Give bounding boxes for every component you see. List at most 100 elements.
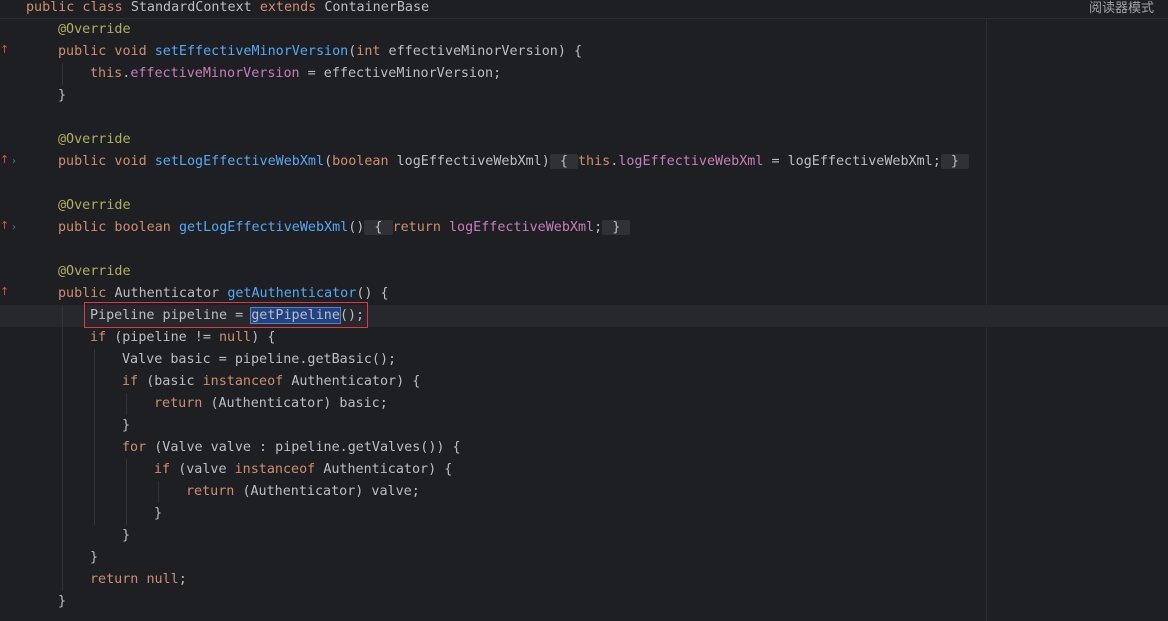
code-token: instanceof	[234, 462, 324, 477]
code-token: public	[58, 286, 115, 301]
code-text: if (pipeline != null) {	[90, 327, 275, 349]
code-text: @Override	[58, 129, 131, 151]
code-token: public void	[58, 154, 155, 169]
code-text: }	[90, 547, 98, 569]
code-line[interactable]: ↑ › public boolean getLogEffectiveWebXml()…	[0, 217, 1168, 239]
code-line[interactable]	[0, 107, 1168, 129]
code-token: null	[219, 330, 252, 345]
code-token: }	[122, 528, 131, 543]
code-text: return null;	[90, 569, 187, 591]
chevron-right-icon[interactable]: ›	[12, 155, 20, 169]
chevron-right-icon[interactable]: ›	[12, 221, 20, 235]
override-arrow-icon[interactable]: ↑	[0, 43, 10, 57]
code-token: getAuthenticator	[227, 286, 357, 301]
code-token: ;	[594, 220, 603, 235]
code-text: public void setLogEffectiveWebXml(boolea…	[58, 151, 969, 173]
code-line[interactable]: @Override	[0, 195, 1168, 217]
code-text: }	[58, 591, 66, 613]
override-arrow-icon[interactable]: ↑	[0, 153, 10, 167]
code-token: boolean	[332, 154, 397, 169]
code-token: Authenticator) {	[323, 462, 453, 477]
sticky-class-header[interactable]: public class StandardContext extends Con…	[0, 0, 1168, 19]
code-line[interactable]: if (basic instanceof Authenticator) {	[0, 371, 1168, 393]
code-line[interactable]: ↑ public void setEffectiveMinorVersion(in…	[0, 41, 1168, 63]
code-text: @Override	[58, 195, 131, 217]
code-token: (valve	[178, 462, 235, 477]
code-token: logEffectiveWebXml)	[396, 154, 550, 169]
code-line[interactable]: ↑ › public void setLogEffectiveWebXml(bool…	[0, 151, 1168, 173]
code-token: = logEffectiveWebXml;	[763, 154, 941, 169]
code-line[interactable]: }	[0, 547, 1168, 569]
code-token: if	[154, 462, 179, 477]
highlight-annotation-box	[84, 302, 368, 328]
code-text: for (Valve valve : pipeline.getValves())…	[122, 437, 461, 459]
code-line[interactable]: @Override	[0, 129, 1168, 151]
code-line[interactable]: return (Authenticator) valve;	[0, 481, 1168, 503]
code-line[interactable]: if (pipeline != null) {	[0, 327, 1168, 349]
code-text: if (basic instanceof Authenticator) {	[122, 371, 420, 393]
folded-region-brace[interactable]: {	[364, 220, 393, 235]
code-token: extends	[259, 0, 325, 15]
code-token: (	[324, 154, 333, 169]
code-token: getLogEffectiveWebXml	[178, 220, 349, 235]
code-line[interactable]: }	[0, 415, 1168, 437]
code-line[interactable]: Valve basic = pipeline.getBasic();	[0, 349, 1168, 371]
code-line[interactable]	[0, 239, 1168, 261]
indent-guide	[94, 349, 95, 525]
code-line[interactable]: return null;	[0, 569, 1168, 591]
code-token: logEffectiveWebXml	[618, 154, 764, 169]
folded-region-brace[interactable]: }	[940, 154, 969, 169]
code-line[interactable]: for (Valve valve : pipeline.getValves())…	[0, 437, 1168, 459]
code-token: }	[90, 550, 99, 565]
code-line[interactable]: }	[0, 591, 1168, 613]
code-token: this	[90, 66, 123, 81]
code-text: if (valve instanceof Authenticator) {	[154, 459, 452, 481]
code-token: ;	[178, 572, 187, 587]
folded-region-brace[interactable]: {	[549, 154, 578, 169]
code-token: public void	[58, 44, 155, 59]
code-token: setEffectiveMinorVersion	[154, 44, 349, 59]
override-arrow-icon[interactable]: ↑	[0, 285, 10, 299]
code-text: }	[58, 85, 66, 107]
code-token: ()	[348, 220, 365, 235]
code-editor[interactable]: public class StandardContext extends Con…	[0, 0, 1168, 621]
code-line[interactable]: @Override	[0, 19, 1168, 41]
code-token: logEffectiveWebXml	[449, 220, 595, 235]
code-line[interactable]: this.effectiveMinorVersion = effectiveMi…	[0, 63, 1168, 85]
code-token: instanceof	[202, 374, 292, 389]
code-token: }	[122, 418, 131, 433]
code-token: setLogEffectiveWebXml	[154, 154, 325, 169]
code-line[interactable]: return (Authenticator) basic;	[0, 393, 1168, 415]
reader-mode-button[interactable]: 阅读器模式	[1089, 0, 1154, 18]
code-token: ) {	[251, 330, 276, 345]
code-token: int	[356, 44, 389, 59]
code-line[interactable]: }	[0, 503, 1168, 525]
code-text: return (Authenticator) valve;	[186, 481, 420, 503]
code-token: Authenticator) {	[291, 374, 421, 389]
code-line[interactable]: }	[0, 85, 1168, 107]
code-line[interactable]: }	[0, 525, 1168, 547]
code-text: @Override	[58, 261, 131, 283]
code-token: Valve basic = pipeline.getBasic();	[122, 352, 397, 367]
folded-region-brace[interactable]: }	[602, 220, 631, 235]
code-token: }	[58, 594, 67, 609]
code-text: @Override	[58, 19, 131, 41]
code-token: @Override	[58, 198, 131, 213]
code-line[interactable]: if (valve instanceof Authenticator) {	[0, 459, 1168, 481]
code-line[interactable]: @Override	[0, 261, 1168, 283]
code-token: ContainerBase	[324, 0, 430, 15]
override-arrow-icon[interactable]: ↑	[0, 219, 10, 233]
code-token: if	[122, 374, 147, 389]
code-token: effectiveMinorVersion	[130, 66, 300, 81]
code-token: Authenticator	[114, 286, 228, 301]
code-token: public boolean	[58, 220, 179, 235]
code-text: public void setEffectiveMinorVersion(int…	[58, 41, 582, 63]
code-token: (Valve valve : pipeline.getValves()) {	[154, 440, 461, 455]
code-token: }	[58, 88, 67, 103]
code-text: public boolean getLogEffectiveWebXml() {…	[58, 217, 631, 239]
code-token: return	[392, 220, 449, 235]
code-token: @Override	[58, 264, 131, 279]
code-text: return (Authenticator) basic;	[154, 393, 388, 415]
code-line[interactable]	[0, 173, 1168, 195]
sticky-class-declaration: public class StandardContext extends Con…	[26, 0, 429, 16]
